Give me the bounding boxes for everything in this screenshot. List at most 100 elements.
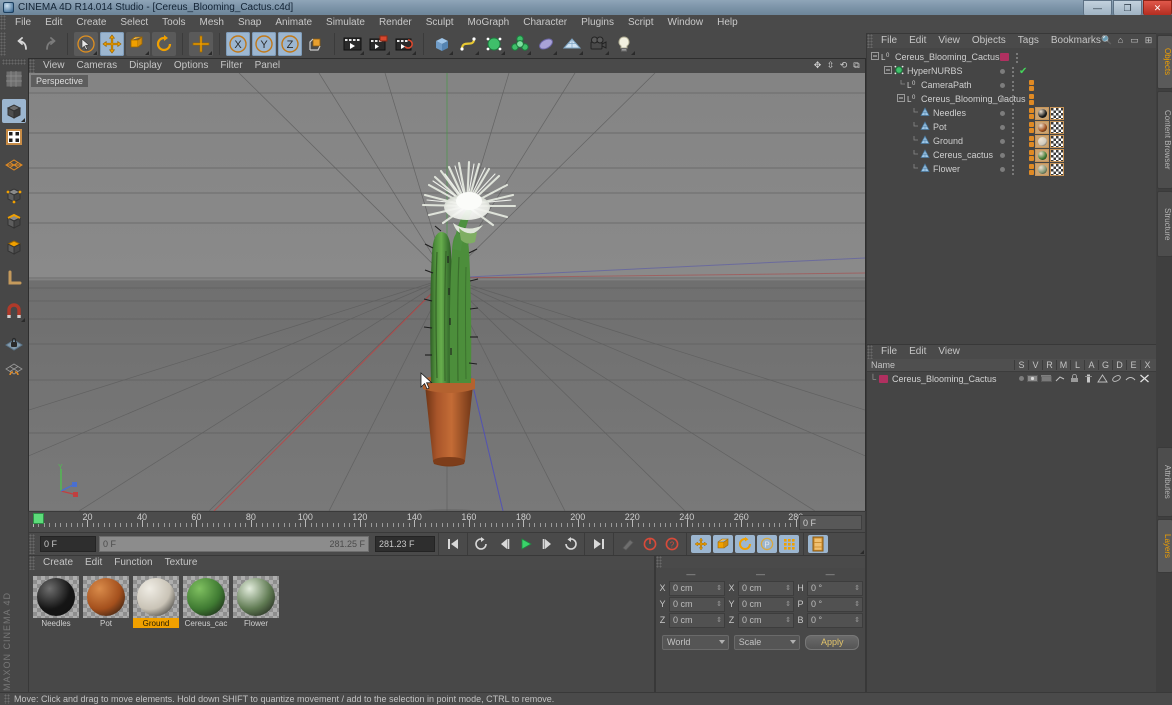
- spinner-icon[interactable]: ⇕: [716, 584, 722, 592]
- visibility-dots[interactable]: [1000, 107, 1015, 119]
- workplane-lock-button[interactable]: [2, 331, 26, 355]
- tag-dot[interactable]: [1029, 155, 1034, 161]
- material-item[interactable]: Flower: [233, 576, 279, 628]
- material-drag-handle[interactable]: [29, 556, 35, 570]
- coord-field-size[interactable]: 0 cm ⇕: [738, 596, 794, 612]
- play-button[interactable]: [516, 535, 536, 553]
- visibility-dots[interactable]: [1000, 93, 1015, 105]
- leftbar-drag-handle[interactable]: [2, 59, 26, 65]
- previous-keyframe-button[interactable]: [472, 535, 492, 553]
- editor-visibility-dot[interactable]: [1000, 138, 1005, 144]
- render-settings-button[interactable]: [393, 32, 417, 56]
- tag-dot[interactable]: [1029, 169, 1034, 175]
- structure-column-m[interactable]: M: [1056, 360, 1070, 370]
- autokeying-button[interactable]: [640, 535, 660, 553]
- expander-minus-icon[interactable]: [884, 66, 892, 76]
- tab-layers[interactable]: Layers: [1157, 519, 1172, 573]
- menu-file[interactable]: File: [8, 15, 38, 30]
- editor-visibility-dot[interactable]: [1000, 82, 1005, 88]
- object-menu-view[interactable]: View: [932, 34, 966, 48]
- tag-dot[interactable]: [1029, 135, 1034, 141]
- lock-icon[interactable]: [1069, 374, 1080, 383]
- spline-button[interactable]: [456, 32, 480, 56]
- scale-tool-button[interactable]: [126, 32, 150, 56]
- visibility-icon[interactable]: [1027, 374, 1038, 383]
- hypernurbs-enabled-check[interactable]: ✔: [1019, 66, 1027, 77]
- step-back-button[interactable]: [494, 535, 514, 553]
- pan-icon[interactable]: ✥: [812, 60, 823, 71]
- render-visibility-dot[interactable]: [1011, 107, 1015, 119]
- menu-animate[interactable]: Animate: [268, 15, 319, 30]
- menu-script[interactable]: Script: [621, 15, 661, 30]
- object-menu-file[interactable]: File: [875, 34, 903, 48]
- object-row[interactable]: Flower: [867, 162, 1157, 176]
- tag-strip[interactable]: [1029, 162, 1064, 176]
- structure-row[interactable]: └ Cereus_Blooming_Cactus: [867, 372, 1157, 385]
- render-visibility-dot[interactable]: [1011, 149, 1015, 161]
- object-name[interactable]: Needles: [933, 108, 966, 118]
- keyframe-selection-button[interactable]: ?: [662, 535, 682, 553]
- material-item[interactable]: Pot: [83, 576, 129, 628]
- structure-menu-edit[interactable]: Edit: [903, 345, 932, 359]
- object-menu-bookmarks[interactable]: Bookmarks: [1045, 34, 1107, 48]
- toolbar-drag-handle[interactable]: [0, 32, 6, 56]
- tag-strip[interactable]: [1029, 106, 1064, 120]
- points-mode-button[interactable]: [2, 183, 26, 207]
- render-visibility-dot[interactable]: [1011, 93, 1015, 105]
- redo-button[interactable]: [37, 32, 61, 56]
- menu-edit[interactable]: Edit: [38, 15, 69, 30]
- visibility-dots[interactable]: [1000, 163, 1015, 175]
- object-row[interactable]: HyperNURBS ✔: [867, 64, 1157, 78]
- rotation-key-button[interactable]: [735, 535, 755, 553]
- editor-visibility-dot[interactable]: [1000, 110, 1005, 116]
- tag-dot[interactable]: [1029, 141, 1034, 147]
- structure-column-r[interactable]: R: [1042, 360, 1056, 370]
- viewport-canvas[interactable]: [29, 72, 865, 511]
- menu-snap[interactable]: Snap: [231, 15, 268, 30]
- deformer-icon[interactable]: [1111, 374, 1122, 383]
- object-name[interactable]: Pot: [933, 122, 947, 132]
- uvw-tag-icon[interactable]: [1050, 106, 1064, 120]
- render-view-button[interactable]: [341, 32, 365, 56]
- menu-drag-handle[interactable]: [0, 15, 6, 30]
- render-visibility-dot[interactable]: [1011, 65, 1015, 77]
- object-menu-tags[interactable]: Tags: [1012, 34, 1045, 48]
- menu-simulate[interactable]: Simulate: [319, 15, 372, 30]
- spinner-icon[interactable]: ⇕: [716, 600, 722, 608]
- material-menu-texture[interactable]: Texture: [159, 556, 204, 570]
- search-icon[interactable]: 🔍: [1101, 35, 1112, 46]
- close-button[interactable]: ✕: [1143, 0, 1172, 15]
- render-icon[interactable]: [1041, 374, 1052, 383]
- cube-primitive-button[interactable]: [430, 32, 454, 56]
- expander-minus-icon[interactable]: [871, 52, 879, 62]
- spinner-icon[interactable]: ⇕: [854, 584, 860, 592]
- menu-sculpt[interactable]: Sculpt: [419, 15, 461, 30]
- polygons-mode-button[interactable]: [2, 235, 26, 259]
- maximize-button[interactable]: ❐: [1113, 0, 1142, 15]
- tag-dot[interactable]: [1029, 127, 1034, 133]
- uvw-tag-icon[interactable]: [1050, 162, 1064, 176]
- visibility-dots[interactable]: [1000, 135, 1015, 147]
- tag-dot[interactable]: [1029, 107, 1034, 113]
- undo-button[interactable]: [11, 32, 35, 56]
- object-name[interactable]: Cereus_Blooming_Cactus: [895, 52, 1000, 62]
- material-preview[interactable]: [33, 576, 79, 618]
- tag-strip[interactable]: [1029, 148, 1064, 162]
- material-name[interactable]: Flower: [233, 618, 279, 628]
- range-end-field[interactable]: 281.23 F: [375, 536, 435, 552]
- editor-visibility-dot[interactable]: [1000, 96, 1005, 102]
- material-tag-icon[interactable]: [1035, 148, 1049, 162]
- tab-attributes[interactable]: Attributes: [1157, 447, 1172, 517]
- menu-plugins[interactable]: Plugins: [574, 15, 621, 30]
- position-key-button[interactable]: [691, 535, 711, 553]
- state-dot[interactable]: [1019, 376, 1024, 381]
- coord-field-rotation[interactable]: 0 ° ⇕: [807, 612, 863, 628]
- coord-field-rotation[interactable]: 0 ° ⇕: [807, 596, 863, 612]
- object-row[interactable]: Cereus_cactus: [867, 148, 1157, 162]
- menu-select[interactable]: Select: [113, 15, 155, 30]
- render-region-button[interactable]: [367, 32, 391, 56]
- tag-strip[interactable]: [1029, 93, 1034, 105]
- tab-objects[interactable]: Objects: [1157, 35, 1172, 89]
- structure-column-e[interactable]: E: [1126, 360, 1140, 370]
- menu-window[interactable]: Window: [661, 15, 711, 30]
